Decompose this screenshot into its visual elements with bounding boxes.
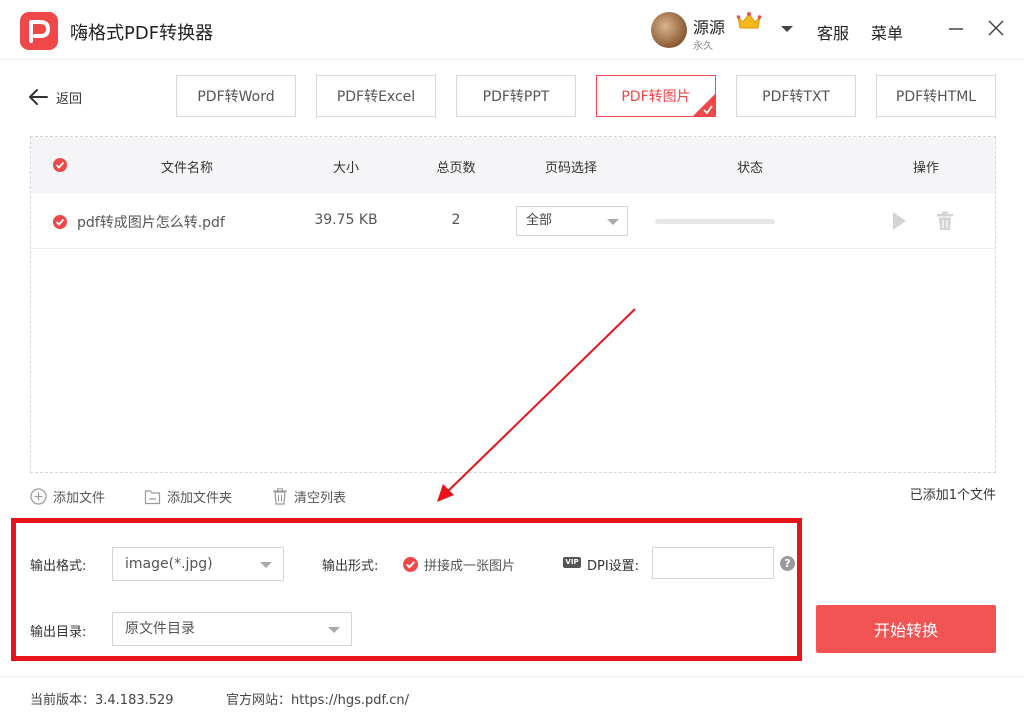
tab-pdf-to-word[interactable]: PDF转Word — [176, 75, 296, 117]
tab-label: PDF转图片 — [621, 89, 691, 105]
check-icon — [406, 561, 415, 569]
tab-label: PDF转TXT — [762, 89, 830, 105]
start-convert-button[interactable]: 开始转换 — [816, 605, 996, 653]
file-size: 39.75 KB — [314, 212, 378, 228]
file-name: pdf转成图片怎么转.pdf — [77, 215, 225, 231]
page-range-value: 全部 — [526, 213, 553, 228]
version-text: 当前版本：3.4.183.529 — [30, 693, 174, 708]
page-range-select[interactable]: 全部 — [516, 206, 628, 236]
check-icon — [703, 105, 713, 114]
service-button[interactable]: 客服 — [817, 20, 849, 44]
column-header-name: 文件名称 — [160, 161, 213, 176]
chevron-down-icon — [260, 562, 272, 568]
file-pages: 2 — [451, 212, 461, 228]
output-form-label: 输出形式: — [322, 559, 379, 574]
footer: 当前版本：3.4.183.529 官方网站：https://hgs.pdf.cn… — [0, 676, 1024, 720]
output-format-select[interactable]: image(*.jpg) — [112, 547, 284, 581]
add-file-button[interactable]: 添加文件 — [30, 487, 105, 506]
conversion-progress — [655, 219, 775, 224]
check-icon — [55, 218, 65, 226]
tab-pdf-to-excel[interactable]: PDF转Excel — [316, 75, 436, 117]
clear-list-button[interactable]: 清空列表 — [272, 487, 346, 506]
tab-pdf-to-ppt[interactable]: PDF转PPT — [456, 75, 576, 117]
select-all-checkbox[interactable] — [53, 158, 67, 172]
tab-label: PDF转PPT — [482, 89, 550, 105]
app-title: 嗨格式PDF转换器 — [70, 23, 214, 44]
column-header-pages: 总页数 — [436, 161, 476, 176]
logo-icon — [20, 12, 58, 50]
close-icon[interactable] — [986, 18, 1006, 38]
tab-pdf-to-image[interactable]: PDF转图片 — [596, 75, 716, 117]
help-icon[interactable]: ? — [780, 556, 795, 571]
table-header: 文件名称 大小 总页数 页码选择 状态 操作 — [31, 137, 995, 193]
trash-icon[interactable] — [936, 211, 954, 231]
tab-label: PDF转HTML — [895, 89, 977, 105]
output-dir-select[interactable]: 原文件目录 — [112, 612, 352, 646]
dpi-label: DPI设置: — [587, 559, 640, 574]
file-list: 文件名称 大小 总页数 页码选择 状态 操作 pdf转成图片怎么转.pdf 39… — [30, 136, 996, 473]
chevron-down-icon — [328, 627, 340, 633]
play-icon[interactable] — [891, 211, 907, 231]
output-dir-label: 输出目录: — [30, 625, 87, 640]
back-button[interactable]: 返回 — [28, 86, 82, 108]
back-label: 返回 — [56, 91, 83, 107]
column-header-status: 状态 — [736, 161, 763, 176]
website-link[interactable]: 官方网站：https://hgs.pdf.cn/ — [226, 689, 409, 708]
added-count: 已添加1个文件 — [909, 488, 996, 503]
add-folder-label: 添加文件夹 — [167, 491, 233, 506]
column-header-page-select: 页码选择 — [544, 161, 597, 176]
avatar[interactable] — [651, 12, 687, 48]
merge-image-option[interactable]: 拼接成一张图片 — [403, 555, 515, 574]
plus-circle-icon — [30, 488, 47, 505]
back-arrow-icon — [29, 89, 48, 105]
tab-label: PDF转Excel — [336, 89, 416, 105]
clear-list-label: 清空列表 — [294, 491, 347, 506]
title-bar: 嗨格式PDF转换器 源源 永久 客服 菜单 — [0, 0, 1024, 60]
dpi-input[interactable] — [652, 547, 774, 579]
menu-button[interactable]: 菜单 — [871, 20, 903, 44]
row-checkbox[interactable] — [53, 215, 67, 229]
column-header-size: 大小 — [332, 161, 359, 176]
tab-label: PDF转Word — [197, 89, 275, 105]
trash-icon — [273, 488, 287, 505]
tab-pdf-to-html[interactable]: PDF转HTML — [876, 75, 996, 117]
merge-image-checkbox[interactable] — [403, 557, 418, 572]
check-icon — [55, 161, 65, 169]
chevron-down-icon[interactable] — [780, 24, 794, 34]
username[interactable]: 源源 — [693, 14, 725, 38]
table-row: pdf转成图片怎么转.pdf 39.75 KB 2 全部 — [31, 193, 995, 249]
crown-icon — [736, 12, 762, 29]
user-subscription: 永久 — [693, 41, 713, 52]
column-header-actions: 操作 — [912, 161, 939, 176]
minimize-icon[interactable] — [946, 18, 966, 38]
add-folder-button[interactable]: 添加文件夹 — [144, 487, 232, 506]
folder-icon — [144, 489, 161, 504]
tab-pdf-to-txt[interactable]: PDF转TXT — [736, 75, 856, 117]
output-dir-value: 原文件目录 — [125, 621, 195, 637]
merge-image-label: 拼接成一张图片 — [424, 559, 516, 574]
add-file-label: 添加文件 — [53, 491, 106, 506]
output-format-value: image(*.jpg) — [125, 556, 213, 572]
output-format-label: 输出格式: — [30, 559, 87, 574]
vip-badge-icon: VIP — [563, 557, 581, 568]
chevron-down-icon — [607, 219, 619, 225]
